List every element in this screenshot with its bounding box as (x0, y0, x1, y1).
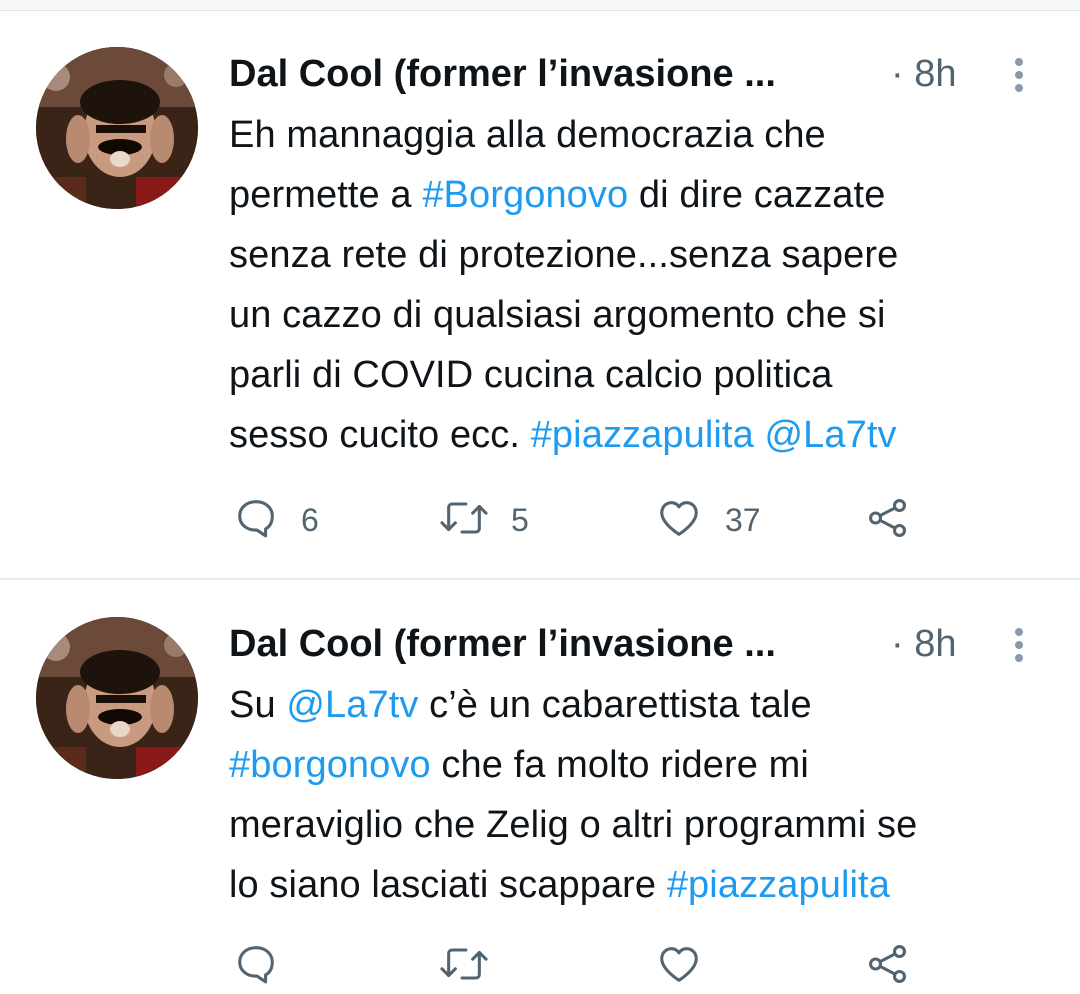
like-count: 37 (725, 501, 761, 538)
tweet-line: lo siano lasciati scappare #piazzapulita (229, 855, 1049, 915)
more-vertical-icon[interactable] (1007, 620, 1031, 668)
text-segment: sesso cucito ecc. (229, 414, 531, 456)
mention-link[interactable]: @La7tv (765, 414, 897, 456)
like-button[interactable] (655, 938, 703, 994)
tweet-actions (229, 938, 949, 994)
display-name[interactable]: Dal Cool (former l’invasione ... (229, 50, 776, 98)
tweet-line: parli di COVID cucina calcio politica (229, 345, 1049, 405)
more-vertical-icon[interactable] (1007, 50, 1031, 98)
like-button[interactable]: 37 (655, 492, 761, 548)
share-button[interactable] (865, 938, 911, 994)
timestamp[interactable]: · 8h (891, 50, 956, 98)
reply-button[interactable]: 6 (233, 492, 319, 548)
text-segment: senza rete di protezione...senza sapere (229, 234, 899, 276)
text-segment: un cazzo di qualsiasi argomento che si (229, 294, 886, 336)
text-segment: Su (229, 684, 287, 726)
tweet-line: sesso cucito ecc. #piazzapulita @La7tv (229, 405, 1049, 465)
text-segment: Eh mannaggia alla democrazia che (229, 114, 826, 156)
text-segment: meraviglio che Zelig o altri programmi s… (229, 804, 918, 846)
heart-icon (655, 941, 703, 992)
text-segment: di dire cazzate (628, 174, 886, 216)
mention-link[interactable]: @La7tv (286, 684, 418, 726)
avatar[interactable] (36, 47, 198, 209)
tweet-line: meraviglio che Zelig o altri programmi s… (229, 795, 1049, 855)
text-segment: c’è un cabarettista tale (418, 684, 812, 726)
retweet-button[interactable] (439, 938, 489, 994)
tweet-header: Dal Cool (former l’invasione ... · 8h (229, 50, 1049, 98)
retweet-icon (439, 941, 489, 992)
reply-button[interactable] (233, 938, 279, 994)
hashtag-link[interactable]: #piazzapulita (667, 864, 890, 906)
reply-icon (233, 941, 279, 992)
retweet-count: 5 (511, 501, 529, 538)
tweet-line: un cazzo di qualsiasi argomento che si (229, 285, 1049, 345)
tweet-line: Su @La7tv c’è un cabarettista tale (229, 675, 1049, 735)
reply-count: 6 (301, 501, 319, 538)
tweet-actions: 6 5 37 (229, 492, 949, 548)
text-segment: lo siano lasciati scappare (229, 864, 667, 906)
text-segment: permette a (229, 174, 423, 216)
retweet-button[interactable]: 5 (439, 492, 529, 548)
tweet-line: Eh mannaggia alla democrazia che (229, 105, 1049, 165)
heart-icon (655, 495, 703, 546)
hashtag-link[interactable]: #piazzapulita (531, 414, 754, 456)
share-icon (865, 941, 911, 992)
retweet-icon (439, 495, 489, 546)
reply-icon (233, 495, 279, 546)
tweet-header: Dal Cool (former l’invasione ... · 8h (229, 620, 1049, 668)
share-icon (865, 495, 911, 546)
hashtag-link[interactable]: #Borgonovo (422, 174, 628, 216)
tweet-card[interactable]: Dal Cool (former l’invasione ... · 8h Eh… (0, 10, 1080, 580)
text-segment (754, 414, 765, 456)
hashtag-link[interactable]: #borgonovo (229, 744, 431, 786)
tweet-text: Su @La7tv c’è un cabarettista tale #borg… (229, 675, 1049, 915)
tweet-text: Eh mannaggia alla democrazia che permett… (229, 105, 1049, 465)
timestamp[interactable]: · 8h (891, 620, 956, 668)
tweet-card[interactable]: Dal Cool (former l’invasione ... · 8h Su… (0, 580, 1080, 983)
tweet-line: #borgonovo che fa molto ridere mi (229, 735, 1049, 795)
text-segment: che fa molto ridere mi (430, 744, 809, 786)
tweet-line: senza rete di protezione...senza sapere (229, 225, 1049, 285)
display-name[interactable]: Dal Cool (former l’invasione ... (229, 620, 776, 668)
text-segment: parli di COVID cucina calcio politica (229, 354, 833, 396)
share-button[interactable] (865, 492, 911, 548)
tweet-line: permette a #Borgonovo di dire cazzate (229, 165, 1049, 225)
avatar[interactable] (36, 617, 198, 779)
